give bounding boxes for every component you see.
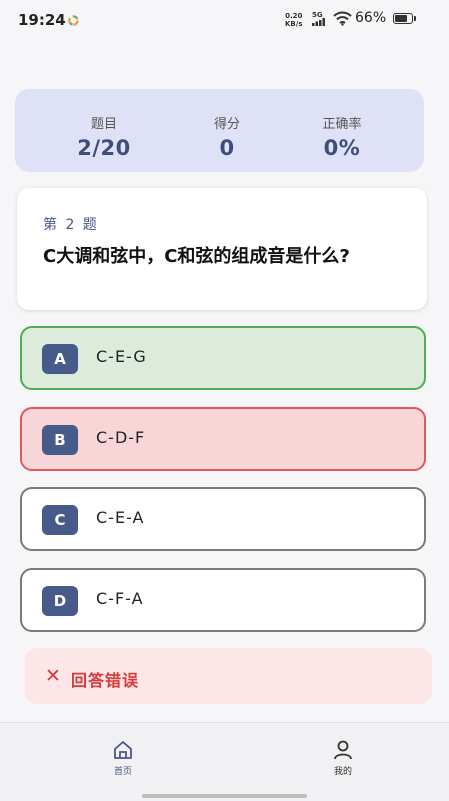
- nav-profile-label: 我的: [333, 767, 352, 777]
- option-d[interactable]: D C-F-A: [20, 568, 426, 632]
- net-speed-value: 0.20: [285, 12, 303, 20]
- stats-card: 题目 2/20 得分 0 正确率 0%: [15, 89, 424, 172]
- option-letter-badge: B: [42, 425, 78, 455]
- status-time: 19:24: [18, 11, 66, 29]
- wifi-icon: [333, 11, 352, 26]
- battery-level: [395, 15, 407, 22]
- stat-accuracy: 正确率 0%: [274, 89, 410, 160]
- stat-question-label: 题目: [90, 117, 117, 132]
- result-text: 回答错误: [71, 671, 140, 690]
- option-text: C-E-G: [96, 347, 147, 366]
- option-text: C-D-F: [96, 428, 146, 447]
- option-b[interactable]: B C-D-F: [20, 407, 426, 471]
- question-text: C大调和弦中，C和弦的组成音是什么?: [43, 246, 350, 267]
- nav-home[interactable]: 首页: [83, 739, 163, 777]
- home-icon: [114, 741, 132, 759]
- stat-question: 题目 2/20: [36, 89, 172, 160]
- net-speed-unit: KB/s: [285, 20, 303, 28]
- question-card: 第 2 题 C大调和弦中，C和弦的组成音是什么?: [17, 188, 427, 310]
- option-letter-badge: D: [42, 586, 78, 616]
- battery-percent: 66%: [355, 10, 387, 26]
- signal-icon: [312, 18, 325, 26]
- question-number: 第 2 题: [43, 217, 99, 233]
- option-a[interactable]: A C-E-G: [20, 326, 426, 390]
- option-text: C-E-A: [96, 508, 145, 527]
- bottom-nav: 首页 我的: [0, 722, 449, 801]
- stat-accuracy-value: 0%: [323, 136, 361, 160]
- net-speed: 0.20 KB/s: [285, 12, 302, 28]
- option-text: C-F-A: [96, 589, 144, 608]
- result-banner: ✕ 回答错误: [25, 648, 432, 704]
- nav-home-label: 首页: [113, 767, 132, 777]
- stat-question-value: 2/20: [77, 136, 131, 160]
- app-notification-icon: [68, 15, 79, 26]
- status-bar: 19:24 0.20 KB/s 5G 66%: [0, 0, 449, 40]
- battery-cap: [414, 16, 416, 21]
- option-letter-badge: A: [42, 344, 78, 374]
- close-icon: ✕: [45, 665, 61, 687]
- nav-profile[interactable]: 我的: [303, 739, 383, 777]
- stat-accuracy-label: 正确率: [322, 117, 362, 132]
- battery-icon: [393, 13, 413, 24]
- person-icon: [334, 740, 352, 760]
- option-letter-badge: C: [42, 505, 78, 535]
- option-c[interactable]: C C-E-A: [20, 487, 426, 551]
- home-indicator: [142, 794, 307, 798]
